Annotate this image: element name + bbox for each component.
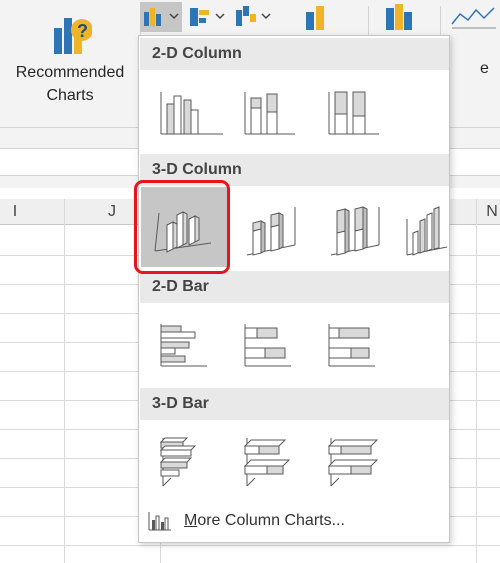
clustered-bar-option[interactable]	[151, 308, 233, 386]
recommended-charts-button[interactable]: ? Recommended Charts	[6, 4, 134, 122]
3d-100-stacked-bar-icon	[327, 438, 379, 487]
3d-100-stacked-column-option[interactable]	[319, 193, 401, 271]
recommended-charts-icon: ?	[54, 18, 92, 54]
section-title: 3-D Column	[152, 161, 242, 178]
more-column-charts-label: More Column Charts...	[184, 512, 345, 530]
section-header-2d-bar: 2-D Bar	[140, 271, 449, 303]
access-key-letter: M	[184, 512, 198, 529]
hierarchy-chart-dropdown-icon[interactable]	[232, 2, 276, 32]
excel-window: ? Recommended Charts e I J N 2-D Column …	[0, 0, 500, 563]
stacked-bar-icon	[244, 324, 291, 367]
3d-stacked-column-icon	[246, 207, 296, 256]
3d-100-stacked-column-icon	[330, 206, 380, 256]
stacked-bar-option[interactable]	[235, 308, 317, 386]
section-header-2d-column: 2-D Column	[140, 38, 449, 70]
column-header-i[interactable]: I	[0, 199, 30, 225]
more-column-charts-link[interactable]: More Column Charts...	[145, 506, 445, 536]
clustered-column-icon	[160, 92, 223, 135]
stacked-column-icon	[244, 92, 295, 135]
3d-stacked-bar-icon	[243, 438, 291, 487]
section-title: 3-D Bar	[152, 395, 209, 412]
100-stacked-column-icon	[328, 91, 379, 135]
bar-chart-dropdown-icon[interactable]	[186, 2, 230, 32]
3d-100-stacked-bar-option[interactable]	[319, 424, 401, 502]
grid-column-line	[476, 199, 477, 563]
100-stacked-column-option[interactable]	[319, 76, 401, 154]
column-chart-dropdown-icon[interactable]	[138, 2, 184, 32]
more-link-text: ore Column Charts...	[197, 512, 345, 529]
grid-column-line	[64, 199, 65, 563]
grid-row-line	[0, 545, 500, 546]
svg-text:?: ?	[77, 21, 88, 41]
3d-column-option[interactable]	[403, 193, 449, 271]
100-stacked-bar-icon	[328, 324, 375, 367]
column-header-n[interactable]: N	[482, 199, 500, 225]
clustered-bar-icon	[160, 324, 207, 367]
section-header-3d-bar: 3-D Bar	[140, 388, 449, 420]
ribbon-partial-label: e	[480, 60, 489, 77]
3d-stacked-column-option[interactable]	[235, 193, 317, 271]
line-sparkline-icon[interactable]	[450, 2, 498, 32]
recommended-charts-label-1: Recommended	[15, 64, 125, 81]
3d-clustered-bar-option[interactable]	[151, 424, 233, 502]
combo-chart-icon[interactable]	[300, 2, 334, 32]
clustered-column-option[interactable]	[151, 76, 233, 154]
stacked-column-option[interactable]	[235, 76, 317, 154]
more-charts-icon	[148, 512, 171, 531]
3d-clustered-bar-icon	[159, 437, 197, 487]
100-stacked-bar-option[interactable]	[319, 308, 401, 386]
recommended-charts-label-2: Charts	[46, 87, 94, 104]
maps-icon[interactable]	[380, 2, 420, 32]
column-chart-dropdown: 2-D Column 3-D Column 2-D Bar 3-D Bar Mo…	[138, 35, 450, 543]
selection-highlight	[134, 180, 230, 274]
section-title: 2-D Bar	[152, 278, 209, 295]
3d-column-icon	[406, 206, 448, 256]
3d-stacked-bar-option[interactable]	[235, 424, 317, 502]
section-title: 2-D Column	[152, 45, 242, 62]
